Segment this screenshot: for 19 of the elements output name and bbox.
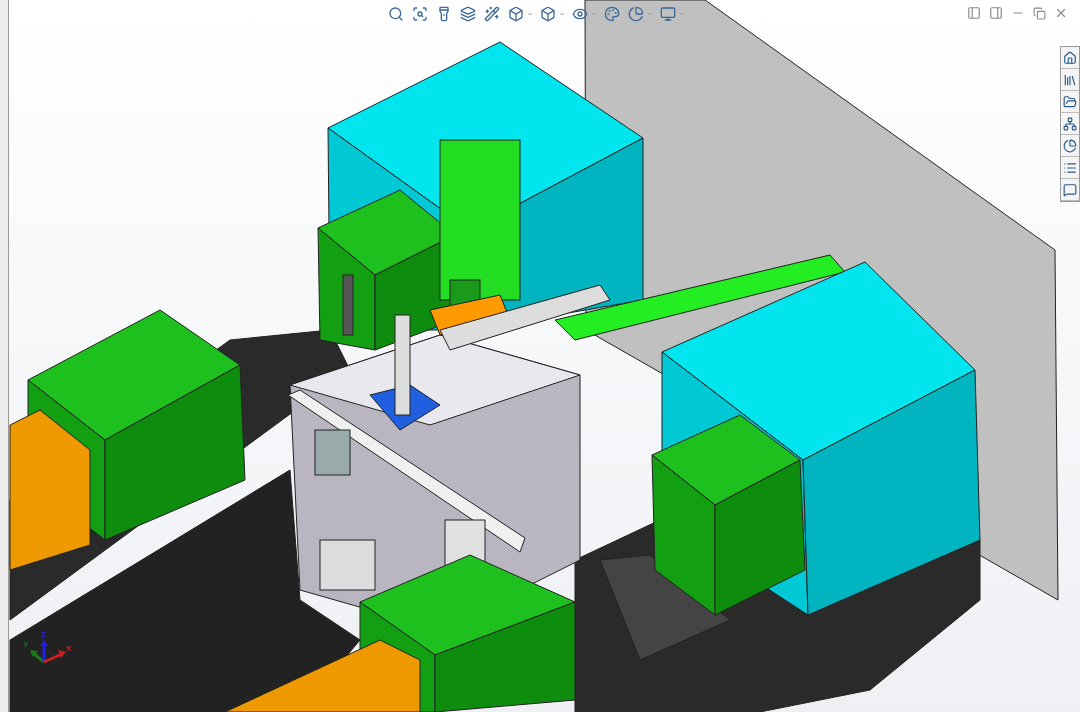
axis-label: X (66, 645, 72, 653)
zoom-area-icon[interactable] (410, 4, 430, 24)
shaded-cube-icon[interactable] (538, 4, 558, 24)
wand-icon[interactable] (482, 4, 502, 24)
close-icon[interactable] (1054, 6, 1068, 20)
caret-icon[interactable] (526, 10, 534, 18)
section-view-icon[interactable] (458, 4, 478, 24)
axis-label: Z (41, 631, 46, 639)
caret-icon[interactable] (558, 10, 566, 18)
restore-icon[interactable] (1033, 6, 1046, 20)
monitor-icon[interactable] (658, 4, 678, 24)
axis-label: Y (23, 641, 29, 649)
cube-icon[interactable] (506, 4, 526, 24)
tile-right-icon[interactable] (989, 6, 1003, 20)
z-axis-arrow-icon (40, 640, 48, 662)
palette-icon[interactable] (602, 4, 622, 24)
y-axis-arrow-icon (30, 650, 45, 664)
x-axis-arrow-icon (43, 650, 66, 664)
tile-left-icon[interactable] (967, 6, 981, 20)
